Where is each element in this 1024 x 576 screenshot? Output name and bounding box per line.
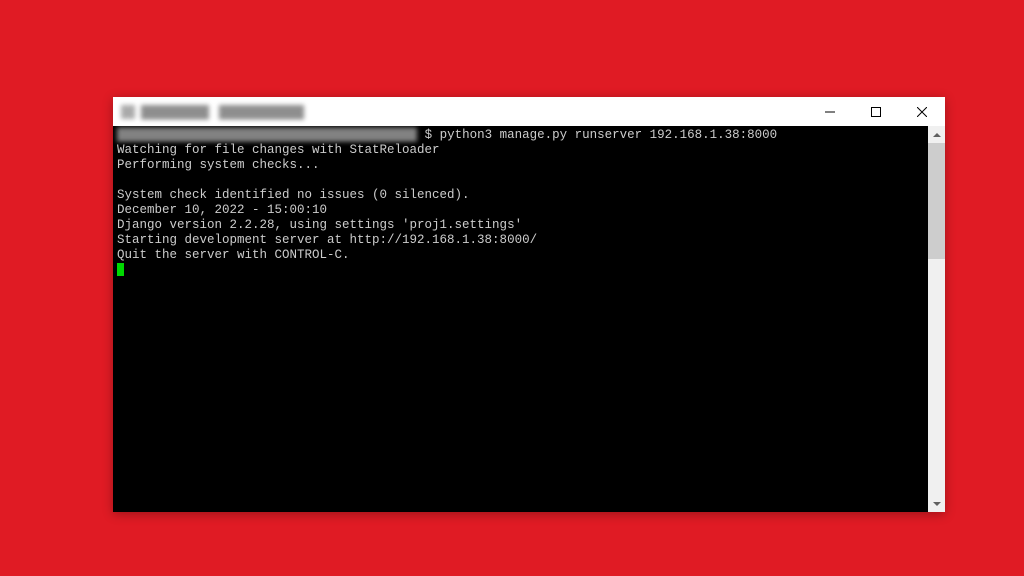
command-line: $ python3 manage.py runserver 192.168.1.…: [425, 128, 778, 142]
output-line: Performing system checks...: [117, 158, 320, 172]
output-line: Django version 2.2.28, using settings 'p…: [117, 218, 522, 232]
window-title: ████████ ██████████: [141, 105, 304, 119]
scroll-up-button[interactable]: [928, 126, 945, 143]
maximize-button[interactable]: [853, 97, 899, 126]
output-line: Watching for file changes with StatReloa…: [117, 143, 440, 157]
scrollbar-thumb[interactable]: [928, 143, 945, 259]
terminal-window: ████████ ██████████ █████████████: [113, 97, 945, 512]
window-controls: [807, 97, 945, 126]
scroll-down-button[interactable]: [928, 495, 945, 512]
vertical-scrollbar[interactable]: [928, 126, 945, 512]
scrollbar-track[interactable]: [928, 143, 945, 495]
output-line: System check identified no issues (0 sil…: [117, 188, 470, 202]
terminal-body: ████████████████████████████████████████…: [113, 126, 945, 512]
output-line: December 10, 2022 - 15:00:10: [117, 203, 327, 217]
maximize-icon: [871, 107, 881, 117]
output-line: Starting development server at http://19…: [117, 233, 537, 247]
output-line: Quit the server with CONTROL-C.: [117, 248, 350, 262]
close-button[interactable]: [899, 97, 945, 126]
prompt-path-blurred: ████████████████████████████████████████: [117, 128, 417, 143]
minimize-button[interactable]: [807, 97, 853, 126]
window-titlebar[interactable]: ████████ ██████████: [113, 97, 945, 126]
minimize-icon: [825, 107, 835, 117]
console-output[interactable]: ████████████████████████████████████████…: [113, 126, 928, 512]
chevron-up-icon: [933, 133, 941, 137]
window-icon: [121, 105, 135, 119]
close-icon: [917, 107, 927, 117]
window-title-area: ████████ ██████████: [121, 105, 304, 119]
chevron-down-icon: [933, 502, 941, 506]
cursor-icon: [117, 263, 124, 276]
